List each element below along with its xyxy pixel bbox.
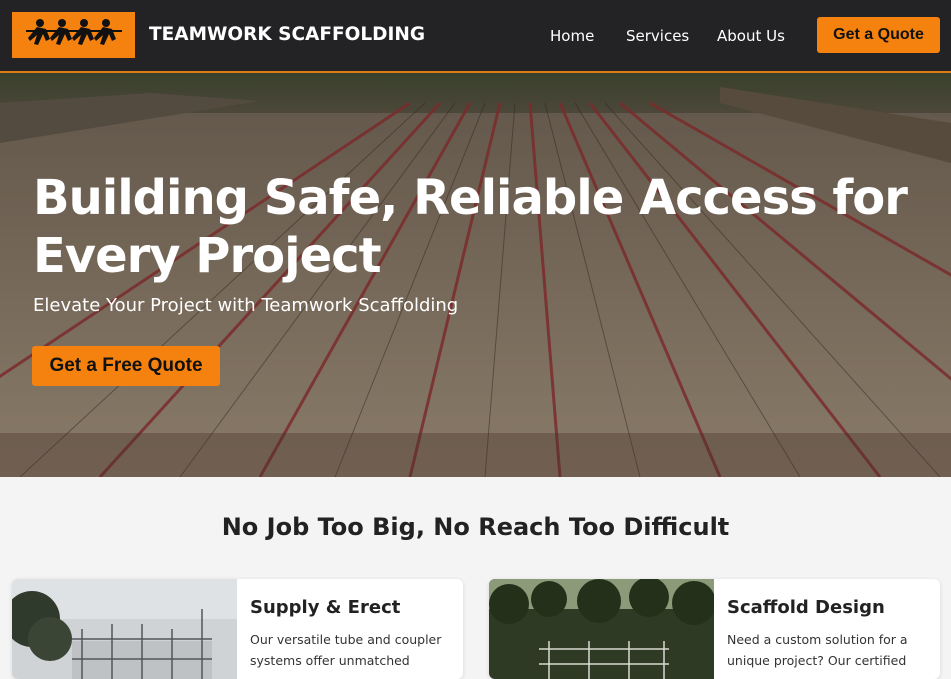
service-card-scaffold-design[interactable]: Scaffold Design Need a custom solution f…	[489, 579, 940, 679]
hero-title: Building Safe, Reliable Access for Every…	[33, 170, 908, 284]
card-title: Supply & Erect	[250, 597, 401, 618]
logo[interactable]	[12, 12, 135, 58]
hero-section: Building Safe, Reliable Access for Every…	[0, 73, 951, 477]
site-header: TEAMWORK SCAFFOLDING Home Services About…	[0, 0, 951, 73]
get-free-quote-button[interactable]: Get a Free Quote	[32, 346, 220, 386]
service-card-supply-erect[interactable]: Supply & Erect Our versatile tube and co…	[12, 579, 463, 679]
card-text: Need a custom solution for a unique proj…	[727, 632, 908, 668]
nav-about-us[interactable]: About Us	[717, 27, 785, 45]
nav-home[interactable]: Home	[550, 27, 594, 45]
card-title: Scaffold Design	[727, 597, 885, 618]
brand-name[interactable]: TEAMWORK SCAFFOLDING	[149, 24, 425, 45]
card-text: Our versatile tube and coupler systems o…	[250, 632, 442, 668]
get-quote-button[interactable]: Get a Quote	[817, 17, 940, 53]
card-image-forest-scaffold	[489, 579, 714, 679]
services-heading: No Job Too Big, No Reach Too Difficult	[221, 513, 730, 541]
tug-of-war-team-icon	[26, 19, 122, 45]
card-image-house-scaffold	[12, 579, 237, 679]
nav-services[interactable]: Services	[626, 27, 689, 45]
hero-subtitle: Elevate Your Project with Teamwork Scaff…	[33, 295, 459, 316]
